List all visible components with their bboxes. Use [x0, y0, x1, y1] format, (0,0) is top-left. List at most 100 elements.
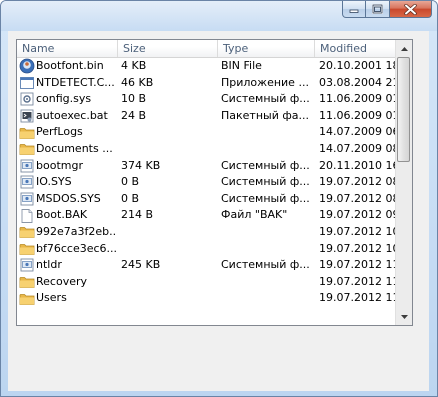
folder-icon: [19, 290, 35, 307]
list-item[interactable]: NTDETECT.C... 46 KB Приложение ... 03.08.20…: [17, 75, 395, 92]
item-size: 10 B: [121, 92, 147, 106]
maximize-icon: [372, 4, 383, 14]
close-button[interactable]: [390, 1, 432, 18]
item-type: Системный ф...: [221, 92, 310, 106]
item-type: [221, 290, 314, 307]
close-icon: [404, 3, 417, 15]
item-size: 214 B: [121, 208, 154, 222]
caption-buttons: [342, 1, 432, 18]
item-name: MSDOS.SYS: [36, 191, 101, 205]
item-modified: 14.07.2009 06:: [319, 125, 395, 139]
item-modified: 20.11.2010 16:: [319, 158, 395, 172]
item-type: Системный ф...: [221, 158, 310, 172]
vertical-scrollbar[interactable]: [395, 40, 412, 325]
item-size: 0 B: [121, 191, 140, 205]
item-size: 24 B: [121, 108, 147, 122]
item-type: [221, 224, 314, 241]
item-name: Bootfont.bin: [36, 59, 104, 72]
item-modified: 19.07.2012 10:: [319, 241, 395, 255]
folder-icon: [19, 224, 35, 241]
item-size: [121, 290, 216, 307]
item-size: 0 B: [121, 175, 140, 189]
arrow-up-icon: [400, 46, 408, 51]
folder-icon: [19, 274, 35, 291]
list-item[interactable]: Documents ... 14.07.2009 08:: [17, 141, 395, 158]
folder-icon: [19, 124, 35, 141]
list-item[interactable]: Users 19.07.2012 11:: [17, 290, 395, 307]
scroll-up-button[interactable]: [396, 40, 412, 57]
item-name: IO.SYS: [36, 175, 72, 189]
list-item[interactable]: Boot.BAK 214 B Файл "BAK" 19.07.2012 09:: [17, 207, 395, 224]
item-type: [221, 274, 314, 291]
item-modified: 03.08.2004 21:: [319, 75, 395, 89]
item-size: [121, 124, 216, 141]
item-name: 992e7a3f2eb...: [36, 224, 116, 238]
maximize-button[interactable]: [366, 1, 390, 18]
item-size: 245 KB: [121, 258, 161, 272]
item-type: Файл "BAK": [221, 208, 288, 222]
scroll-thumb[interactable]: [397, 57, 410, 162]
list-rows: Bootfont.bin 4 KB BIN File 20.10.2001 18:0 N…: [17, 58, 395, 307]
column-header-name[interactable]: Name: [17, 40, 118, 57]
explorer-window: Name Size Type Modified Bootfont.bin 4 KB…: [0, 0, 438, 397]
list-item[interactable]: Bootfont.bin 4 KB BIN File 20.10.2001 18:0: [17, 58, 395, 75]
folder-icon: [19, 141, 35, 158]
item-type: [221, 241, 314, 258]
item-name: Boot.BAK: [36, 208, 88, 222]
item-modified: 19.07.2012 08:: [319, 191, 395, 205]
item-type: Приложение ...: [221, 75, 309, 89]
item-name: ntldr: [36, 258, 62, 272]
minimize-button[interactable]: [342, 1, 366, 18]
system-file-icon: [19, 191, 35, 208]
list-header: Name Size Type Modified: [17, 40, 395, 58]
list-item[interactable]: IO.SYS 0 B Системный ф... 19.07.2012 08:: [17, 174, 395, 191]
item-size: [121, 224, 216, 241]
scroll-down-button[interactable]: [396, 308, 412, 325]
item-modified: 19.07.2012 09:: [319, 208, 395, 222]
item-modified: 11.06.2009 01:: [319, 92, 395, 106]
batch-file-icon: [19, 108, 35, 125]
item-type: Пакетный фа...: [221, 108, 309, 122]
file-list[interactable]: Name Size Type Modified Bootfont.bin 4 KB…: [16, 39, 413, 326]
item-type: BIN File: [221, 59, 262, 72]
column-header-type[interactable]: Type: [218, 40, 315, 57]
item-type: [221, 124, 314, 141]
list-item[interactable]: 992e7a3f2eb... 19.07.2012 10:: [17, 224, 395, 241]
item-modified: 14.07.2009 08:: [319, 141, 395, 155]
item-type: Системный ф...: [221, 191, 310, 205]
item-modified: 19.07.2012 10:: [319, 224, 395, 238]
folder-icon: [19, 241, 35, 258]
item-modified: 20.10.2001 18:0: [319, 59, 395, 72]
item-size: [121, 241, 216, 258]
blank-file-icon: [19, 207, 35, 224]
item-name: Recovery: [36, 274, 88, 288]
list-item[interactable]: Recovery 19.07.2012 11:: [17, 274, 395, 291]
item-modified: 19.07.2012 11:: [319, 274, 395, 288]
system-file-icon: [19, 257, 35, 274]
minimize-icon: [349, 4, 359, 14]
list-item[interactable]: autoexec.bat 24 B Пакетный фа... 11.06.2009…: [17, 108, 395, 125]
item-size: 46 KB: [121, 75, 154, 89]
list-item[interactable]: ntldr 245 KB Системный ф... 19.07.2012 11:: [17, 257, 395, 274]
item-modified: 19.07.2012 11:: [319, 258, 395, 272]
client-area: Name Size Type Modified Bootfont.bin 4 KB…: [8, 31, 429, 391]
item-size: [121, 274, 216, 291]
item-name: Documents ...: [36, 141, 113, 155]
arrow-down-icon: [400, 314, 408, 319]
list-item[interactable]: PerfLogs 14.07.2009 06:: [17, 124, 395, 141]
item-name: Users: [36, 291, 67, 305]
list-item[interactable]: config.sys 10 B Системный ф... 11.06.2009 0…: [17, 91, 395, 108]
item-name: bf76cce3ec6...: [36, 241, 116, 255]
item-modified: 19.07.2012 08:: [319, 175, 395, 189]
list-item[interactable]: bf76cce3ec6... 19.07.2012 10:: [17, 241, 395, 258]
item-name: PerfLogs: [36, 125, 83, 139]
column-header-modified[interactable]: Modified: [315, 40, 395, 57]
item-type: Системный ф...: [221, 258, 310, 272]
list-item[interactable]: bootmgr 374 KB Системный ф... 20.11.2010 16…: [17, 158, 395, 175]
font-file-icon: [19, 58, 35, 75]
column-header-size[interactable]: Size: [118, 40, 218, 57]
item-type: [221, 141, 314, 158]
list-item[interactable]: MSDOS.SYS 0 B Системный ф... 19.07.2012 08:: [17, 191, 395, 208]
item-size: [121, 141, 216, 158]
system-file-icon: [19, 174, 35, 191]
